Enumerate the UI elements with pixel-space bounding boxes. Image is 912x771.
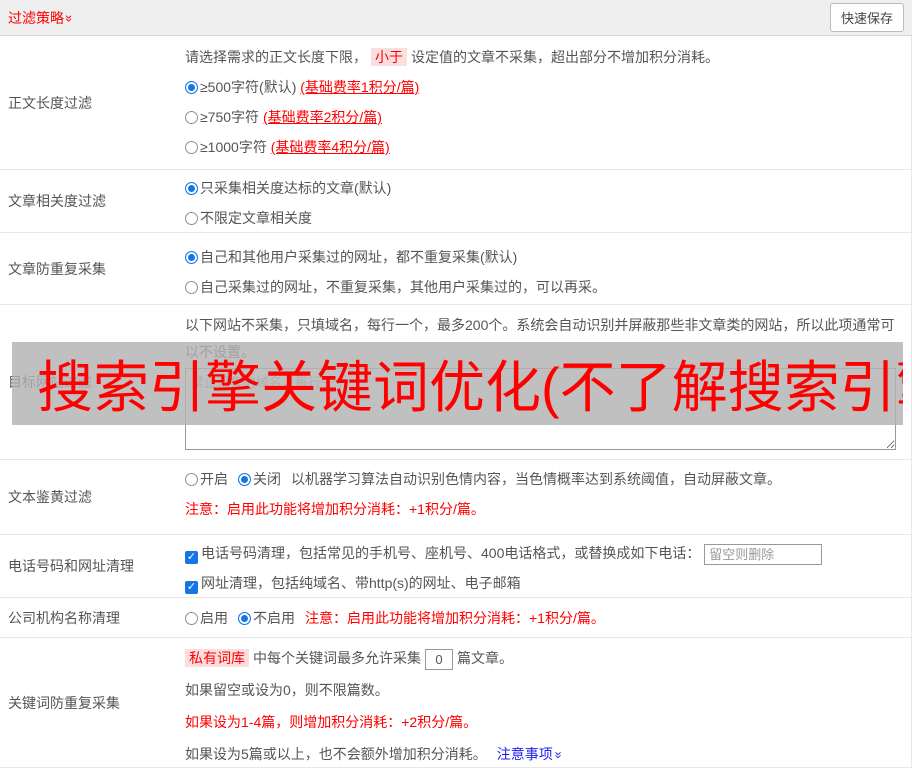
radio-icon[interactable]	[185, 281, 198, 294]
row-label-dedup: 文章防重复采集	[8, 260, 106, 277]
keyword-limit-input[interactable]	[425, 648, 453, 670]
radio-icon[interactable]	[238, 611, 251, 625]
chevron-down-icon: »	[62, 14, 78, 22]
radio-option-dedup-self[interactable]: 自己采集过的网址，不重复采集，其他用户采集过的，可以再采。	[185, 272, 911, 302]
keyword-note-over5: 如果设为5篇或以上，也不会额外增加积分消耗。 注意事项»	[185, 738, 911, 771]
row-relevance-filter: 文章相关度过滤 只采集相关度达标的文章(默认) 不限定文章相关度	[0, 170, 912, 233]
row-label-keyword-dedup: 关键词防重复采集	[8, 694, 120, 711]
radio-option-porn-on[interactable]: 开启	[185, 471, 228, 487]
radio-icon[interactable]	[185, 182, 198, 195]
radio-option-relevance-only[interactable]: 只采集相关度达标的文章(默认)	[185, 173, 911, 203]
row-label-phone-url: 电话号码和网址清理	[8, 558, 134, 574]
row-keyword-dedup: 关键词防重复采集 私有词库中每个关键词最多允许采集篇文章。 如果留空或设为0，则…	[0, 638, 912, 768]
quick-save-button[interactable]: 快速保存	[829, 3, 904, 32]
less-than-tag: 小于	[371, 48, 407, 66]
notice-link[interactable]: 注意事项»	[497, 746, 567, 762]
page-title-text: 过滤策略	[8, 9, 64, 26]
keyword-note-unlimited: 如果留空或设为0，则不限篇数。	[185, 682, 389, 698]
radio-option-relevance-any[interactable]: 不限定文章相关度	[185, 203, 911, 233]
radio-option-dedup-all[interactable]: 自己和其他用户采集过的网址，都不重复采集(默认)	[185, 242, 911, 272]
chevron-down-icon: »	[551, 751, 567, 759]
toolbar: 过滤策略» 快速保存	[0, 0, 912, 36]
row-label-porn-filter: 文本鉴黄过滤	[8, 489, 92, 505]
row-phone-url-clean: 电话号码和网址清理 ✓ 电话号码清理，包括常见的手机号、座机号、400电话格式，或…	[0, 535, 912, 598]
row-dedup-filter: 文章防重复采集 自己和其他用户采集过的网址，都不重复采集(默认) 自己采集过的网…	[0, 233, 912, 305]
page-title[interactable]: 过滤策略»	[8, 8, 77, 28]
radio-icon[interactable]	[185, 111, 198, 124]
fee-note: (基础费率4积分/篇)	[270, 139, 390, 155]
radio-option-company-off[interactable]: 不启用	[238, 610, 295, 626]
row-label-relevance: 文章相关度过滤	[8, 193, 106, 209]
radio-icon[interactable]	[238, 473, 251, 486]
keyword-limit-line: 私有词库中每个关键词最多允许采集篇文章。	[185, 642, 911, 674]
radio-icon[interactable]	[185, 611, 198, 625]
row-porn-filter: 文本鉴黄过滤 开启 关闭 以机器学习算法自动识别色情内容，当色情概率达到系统阈值，自…	[0, 460, 912, 535]
private-lexicon-tag: 私有词库	[185, 649, 249, 667]
radio-icon[interactable]	[185, 251, 198, 264]
row-label-body-length: 正文长度过滤	[8, 94, 92, 111]
company-clean-warning: 注意：启用此功能将增加积分消耗：+1积分/篇。	[305, 609, 605, 626]
fee-note: (基础费率1积分/篇)	[300, 79, 420, 95]
row-body-length-filter: 正文长度过滤 请选择需求的正文长度下限， 小于 设定值的文章不采集，超出部分不增加积…	[0, 36, 912, 170]
keyword-note-fee: 如果设为1-4篇，则增加积分消耗：+2积分/篇。	[185, 714, 478, 730]
watermark-overlay: 搜索引擎关键词优化(不了解搜索引擎优化关	[12, 342, 903, 425]
radio-icon[interactable]	[185, 212, 198, 225]
radio-option-company-on[interactable]: 启用	[185, 610, 228, 626]
fee-note: (基础费率2积分/篇)	[262, 109, 382, 125]
radio-icon[interactable]	[185, 473, 198, 486]
radio-option-500[interactable]: ≥500字符(默认) (基础费率1积分/篇)	[185, 72, 911, 102]
checkbox-checked-icon[interactable]: ✓	[185, 551, 198, 564]
radio-option-1000[interactable]: ≥1000字符 (基础费率4积分/篇)	[185, 132, 911, 162]
body-length-intro: 请选择需求的正文长度下限， 小于 设定值的文章不采集，超出部分不增加积分消耗。	[185, 48, 719, 66]
row-company-clean: 公司机构名称清理 启用 不启用 注意：启用此功能将增加积分消耗：+1积分/篇。	[0, 598, 912, 638]
radio-icon[interactable]	[185, 81, 198, 94]
checkbox-option-phone-clean[interactable]: ✓ 电话号码清理，包括常见的手机号、座机号、400电话格式，或替换成如下电话：	[185, 538, 911, 568]
porn-filter-description: 以机器学习算法自动识别色情内容，当色情概率达到系统阈值，自动屏蔽文章。	[291, 471, 781, 487]
checkbox-checked-icon[interactable]: ✓	[185, 581, 198, 594]
watermark-text: 搜索引擎关键词优化(不了解搜索引擎优化关	[37, 356, 903, 419]
porn-filter-warning: 注意：启用此功能将增加积分消耗：+1积分/篇。	[185, 501, 485, 517]
radio-icon[interactable]	[185, 141, 198, 154]
radio-option-porn-off[interactable]: 关闭	[238, 471, 281, 487]
replacement-phone-input[interactable]	[704, 543, 823, 565]
checkbox-option-url-clean[interactable]: ✓ 网址清理，包括纯域名、带http(s)的网址、电子邮箱	[185, 568, 911, 598]
radio-option-750[interactable]: ≥750字符 (基础费率2积分/篇)	[185, 102, 911, 132]
row-label-company-clean: 公司机构名称清理	[8, 609, 120, 626]
